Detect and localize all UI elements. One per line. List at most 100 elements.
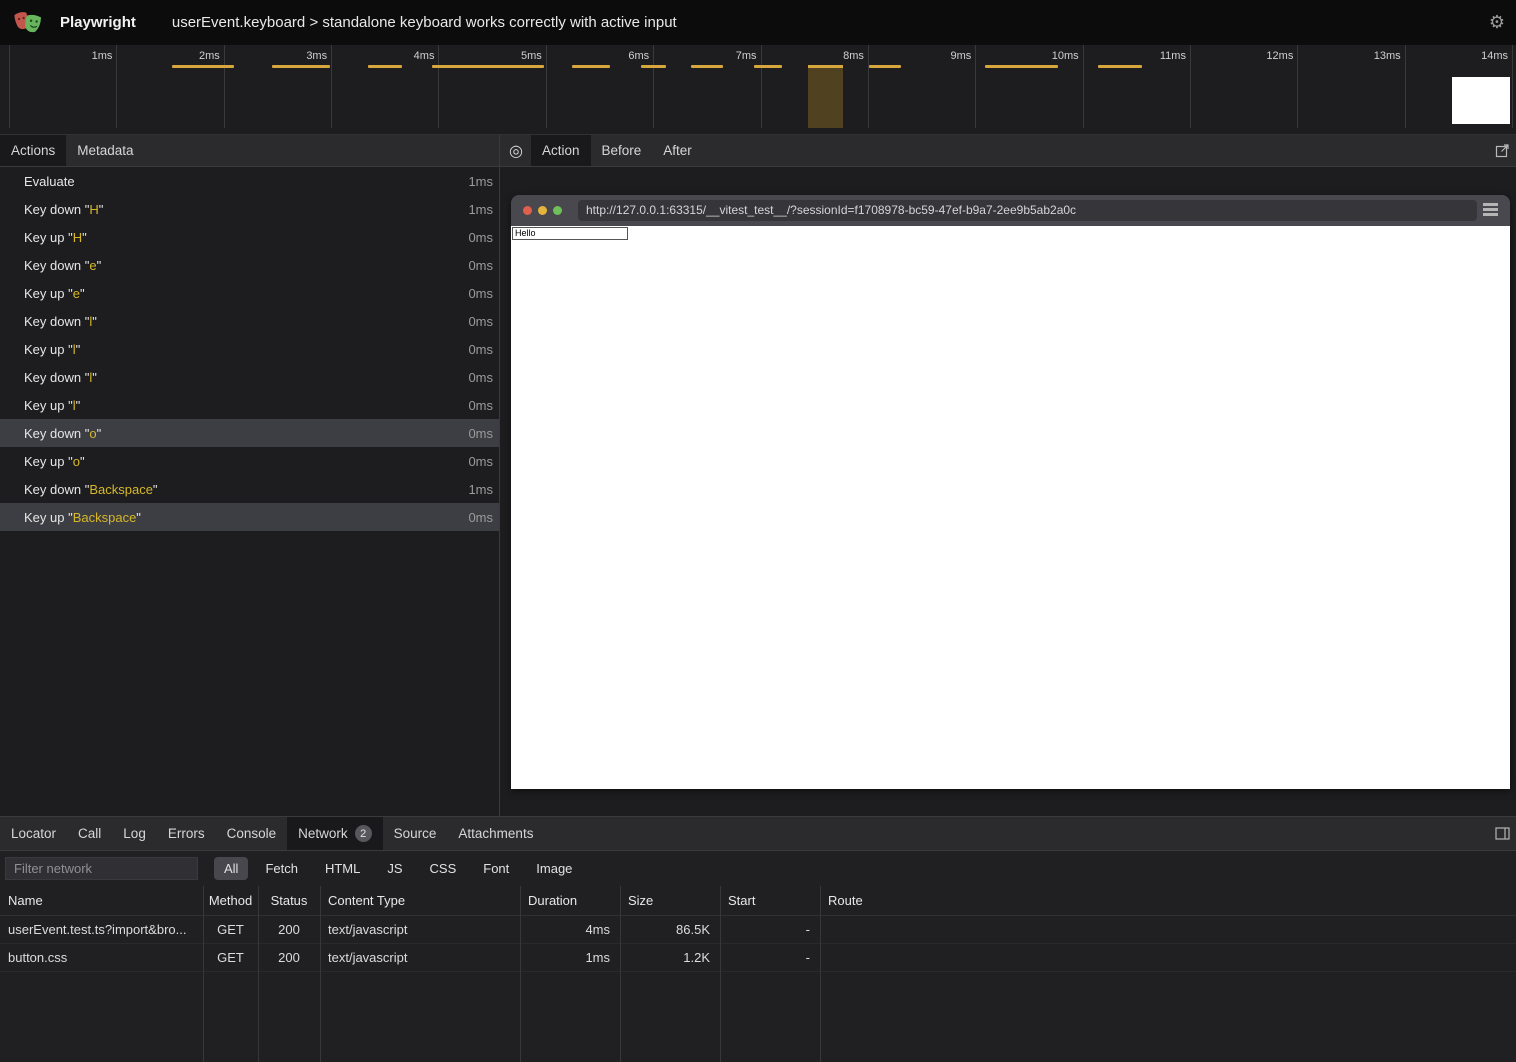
open-external-icon[interactable] [1495, 143, 1510, 161]
tab-actions-label: Actions [11, 143, 55, 158]
tab-log[interactable]: Log [112, 817, 157, 850]
action-row[interactable]: Key down "l"0ms [0, 307, 499, 335]
network-column-separator [620, 886, 621, 1062]
tab-after[interactable]: After [652, 135, 703, 166]
chip-fetch[interactable]: Fetch [255, 857, 308, 880]
action-label: Key up " [24, 342, 73, 357]
tab-source-label: Source [394, 826, 437, 841]
snapshot-tabbar: ◎ Action Before After [500, 135, 1516, 167]
playwright-logo-icon [13, 8, 43, 38]
network-column-separator [320, 886, 321, 1062]
timeline-action-bar[interactable] [368, 65, 402, 68]
action-duration: 0ms [468, 398, 493, 413]
tab-metadata[interactable]: Metadata [66, 135, 144, 166]
timeline-action-bar[interactable] [641, 65, 666, 68]
action-row[interactable]: Key down "e"0ms [0, 251, 499, 279]
tab-before-label: Before [602, 143, 642, 158]
actions-tabbar: Actions Metadata [0, 135, 499, 167]
action-row[interactable]: Key up "l"0ms [0, 335, 499, 363]
timeline-tick-label: 7ms [736, 50, 757, 62]
network-row[interactable]: button.cssGET200text/javascript1ms1.2K- [0, 944, 1516, 972]
tab-source[interactable]: Source [383, 817, 448, 850]
tab-after-label: After [663, 143, 692, 158]
action-row[interactable]: Key down "Backspace"1ms [0, 475, 499, 503]
network-filter-input[interactable] [5, 857, 198, 880]
network-row[interactable]: userEvent.test.ts?import&bro...GET200tex… [0, 916, 1516, 944]
timeline-action-bar[interactable] [572, 65, 610, 68]
actions-panel: Actions Metadata Evaluate1msKey down "H"… [0, 135, 499, 816]
timeline-selected-range[interactable] [808, 65, 843, 128]
tab-call[interactable]: Call [67, 817, 112, 850]
network-column-header[interactable]: Start [720, 893, 820, 908]
action-row[interactable]: Key up "l"0ms [0, 391, 499, 419]
timeline[interactable]: 1ms2ms3ms4ms5ms6ms7ms8ms9ms10ms11ms12ms1… [0, 45, 1516, 135]
timeline-gridline [1405, 45, 1406, 128]
network-column-header[interactable]: Method [203, 893, 258, 908]
tab-errors[interactable]: Errors [157, 817, 216, 850]
timeline-screenshot-thumbnail[interactable] [1452, 77, 1510, 124]
network-column-separator [203, 886, 204, 1062]
network-column-header[interactable]: Content Type [320, 893, 520, 908]
traffic-light-red-icon [523, 206, 532, 215]
action-quote: " [80, 454, 85, 469]
snapshot-panel: ◎ Action Before After http://127.0.0.1:6… [500, 135, 1516, 816]
tab-before[interactable]: Before [591, 135, 653, 166]
snapshot-text-input[interactable]: Hello [512, 227, 628, 240]
timeline-action-bar[interactable] [172, 65, 234, 68]
network-column-header[interactable]: Name [0, 893, 203, 908]
network-cell: 1.2K [620, 950, 720, 965]
panel-layout-toggle-icon[interactable] [1495, 826, 1510, 844]
action-row[interactable]: Key up "Backspace"0ms [0, 503, 499, 531]
network-column-header[interactable]: Duration [520, 893, 620, 908]
network-cell: GET [203, 950, 258, 965]
network-header-row: NameMethodStatusContent TypeDurationSize… [0, 886, 1516, 916]
action-row[interactable]: Key down "H"1ms [0, 195, 499, 223]
chip-js[interactable]: JS [377, 857, 412, 880]
timeline-gridline [761, 45, 762, 128]
timeline-tick-label: 6ms [628, 50, 649, 62]
action-row[interactable]: Key up "H"0ms [0, 223, 499, 251]
network-column-separator [520, 886, 521, 1062]
snapshot-browser-window[interactable]: http://127.0.0.1:63315/__vitest_test__/?… [511, 195, 1510, 789]
tab-actions[interactable]: Actions [0, 135, 66, 166]
network-column-header[interactable]: Size [620, 893, 720, 908]
chip-html[interactable]: HTML [315, 857, 370, 880]
chip-font[interactable]: Font [473, 857, 519, 880]
action-row[interactable]: Key up "e"0ms [0, 279, 499, 307]
action-label: Key up " [24, 230, 73, 245]
timeline-action-bar[interactable] [1098, 65, 1142, 68]
network-column-header[interactable]: Route [820, 893, 1514, 908]
settings-gear-icon[interactable]: ⚙ [1489, 0, 1505, 45]
network-cell: 1ms [520, 950, 620, 965]
tab-locator[interactable]: Locator [0, 817, 67, 850]
network-cell: 86.5K [620, 922, 720, 937]
timeline-gridline [224, 45, 225, 128]
action-row[interactable]: Key up "o"0ms [0, 447, 499, 475]
timeline-action-bar[interactable] [272, 65, 330, 68]
tab-network-label: Network [298, 826, 348, 841]
chip-all[interactable]: All [214, 857, 248, 880]
timeline-action-bar[interactable] [985, 65, 1058, 68]
timeline-tick-label: 11ms [1160, 50, 1186, 62]
tab-attachments[interactable]: Attachments [447, 817, 544, 850]
action-duration: 1ms [468, 202, 493, 217]
action-label: Key down " [24, 482, 89, 497]
action-row[interactable]: Evaluate1ms [0, 167, 499, 195]
timeline-action-bar[interactable] [432, 65, 544, 68]
tab-action[interactable]: Action [531, 135, 591, 166]
action-row[interactable]: Key down "o"0ms [0, 419, 499, 447]
chip-image[interactable]: Image [526, 857, 582, 880]
timeline-action-bar[interactable] [869, 65, 901, 68]
timeline-tick-label: 1ms [92, 50, 113, 62]
bottom-tabbar: Locator Call Log Errors Console Network … [0, 817, 1516, 851]
tab-network[interactable]: Network 2 [287, 817, 383, 850]
chip-css[interactable]: CSS [420, 857, 467, 880]
network-column-header[interactable]: Status [258, 893, 320, 908]
tab-console[interactable]: Console [216, 817, 288, 850]
timeline-action-bar[interactable] [754, 65, 782, 68]
tab-action-label: Action [542, 143, 580, 158]
timeline-action-bar[interactable] [691, 65, 723, 68]
pick-locator-target-icon[interactable]: ◎ [500, 135, 531, 166]
action-row[interactable]: Key down "l"0ms [0, 363, 499, 391]
snapshot-page[interactable]: Hello [511, 226, 1510, 789]
